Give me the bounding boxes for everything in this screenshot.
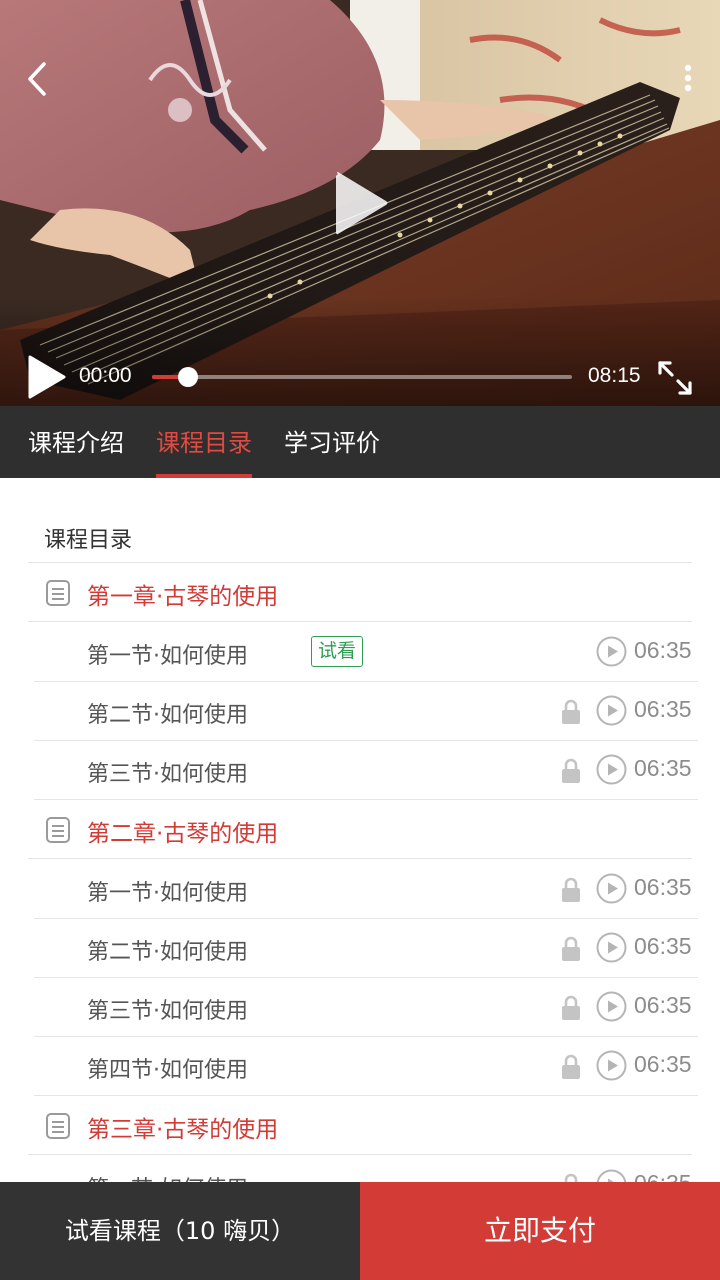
lesson-duration: 06:35 [634,637,692,663]
divider [28,621,692,622]
lock-icon [562,758,580,783]
play-circle-icon[interactable] [596,932,627,963]
lesson-duration: 06:35 [634,1170,692,1182]
total-time: 08:15 [588,364,641,387]
lesson-title: 第二节·如何使用 [87,940,248,965]
current-time: 00:00 [79,364,132,387]
lesson-item[interactable]: 第一节·如何使用 06:35 [0,1156,720,1182]
lesson-duration: 06:35 [634,1051,692,1077]
lesson-title: 第一节·如何使用 [87,1171,248,1182]
chapter-title: 第三章·古琴的使用 [87,1117,279,1143]
lesson-item[interactable]: 第二节·如何使用 06:35 [0,919,720,978]
chapter-header[interactable]: 第一章·古琴的使用 [0,563,720,622]
lesson-item[interactable]: 第一节·如何使用 06:35 [0,860,720,919]
lesson-title: 第三节·如何使用 [87,762,248,787]
lock-icon [562,699,580,724]
lock-icon [562,1054,580,1079]
progress-track [152,375,572,379]
fullscreen-icon[interactable] [654,357,696,399]
play-circle-icon[interactable] [596,754,627,785]
video-player[interactable]: 00:00 08:15 [0,0,720,406]
lesson-item[interactable]: 第一节·如何使用 试看 06:35 [0,623,720,682]
play-circle-icon[interactable] [596,1169,627,1182]
play-circle-icon[interactable] [596,695,627,726]
lesson-duration: 06:35 [634,874,692,900]
play-circle-icon[interactable] [596,636,627,667]
tab-course-catalog[interactable]: 课程目录 [156,406,252,478]
catalog-title: 课程目录 [44,528,133,553]
lesson-title: 第一节·如何使用 [87,881,248,906]
play-circle-icon[interactable] [596,1050,627,1081]
lock-icon [562,995,580,1020]
tab-bar: 课程介绍 课程目录 学习评价 [0,406,720,478]
bottom-action-bar: 试看课程（10 嗨贝） 立即支付 [0,1182,720,1280]
lesson-title: 第二节·如何使用 [87,703,248,728]
chapter-header[interactable]: 第二章·古琴的使用 [0,800,720,859]
progress-slider[interactable] [152,367,572,387]
more-vertical-icon[interactable] [670,58,706,98]
back-arrow-icon[interactable] [18,56,58,102]
lesson-title: 第一节·如何使用 [87,644,248,669]
play-icon[interactable] [22,353,70,401]
trial-badge[interactable]: 试看 [311,636,364,667]
lock-icon [562,877,580,902]
chapter-document-icon [46,1113,70,1139]
lesson-item[interactable]: 第二节·如何使用 06:35 [0,682,720,741]
pay-now-button[interactable]: 立即支付 [360,1182,720,1280]
lesson-item[interactable]: 第三节·如何使用 06:35 [0,741,720,800]
center-play-icon[interactable] [326,168,396,238]
divider [28,858,692,859]
tab-learning-reviews[interactable]: 学习评价 [284,406,380,478]
lesson-title: 第三节·如何使用 [87,999,248,1024]
trial-course-button[interactable]: 试看课程（10 嗨贝） [0,1182,360,1280]
chapter-header[interactable]: 第三章·古琴的使用 [0,1096,720,1155]
progress-knob[interactable] [177,367,198,387]
lesson-duration: 06:35 [634,933,692,959]
chapter-title: 第一章·古琴的使用 [87,584,279,610]
play-circle-icon[interactable] [596,991,627,1022]
lesson-duration: 06:35 [634,755,692,781]
chapter-document-icon [46,580,70,606]
lesson-item[interactable]: 第四节·如何使用 06:35 [0,1037,720,1096]
tab-course-intro[interactable]: 课程介绍 [28,406,124,478]
lock-icon [562,936,580,961]
chapter-document-icon [46,817,70,843]
lesson-item[interactable]: 第三节·如何使用 06:35 [0,978,720,1037]
lock-icon [564,1173,578,1182]
divider [28,1154,692,1155]
play-circle-icon[interactable] [596,873,627,904]
course-catalog: 课程目录 第一章·古琴的使用 第一节·如何使用 试看 06:35 第二节·如何使用 06:… [0,478,720,1182]
lesson-duration: 06:35 [634,696,692,722]
lesson-duration: 06:35 [634,992,692,1018]
chapter-title: 第二章·古琴的使用 [87,821,279,847]
lesson-title: 第四节·如何使用 [87,1058,248,1083]
video-controls-shade [0,296,720,406]
